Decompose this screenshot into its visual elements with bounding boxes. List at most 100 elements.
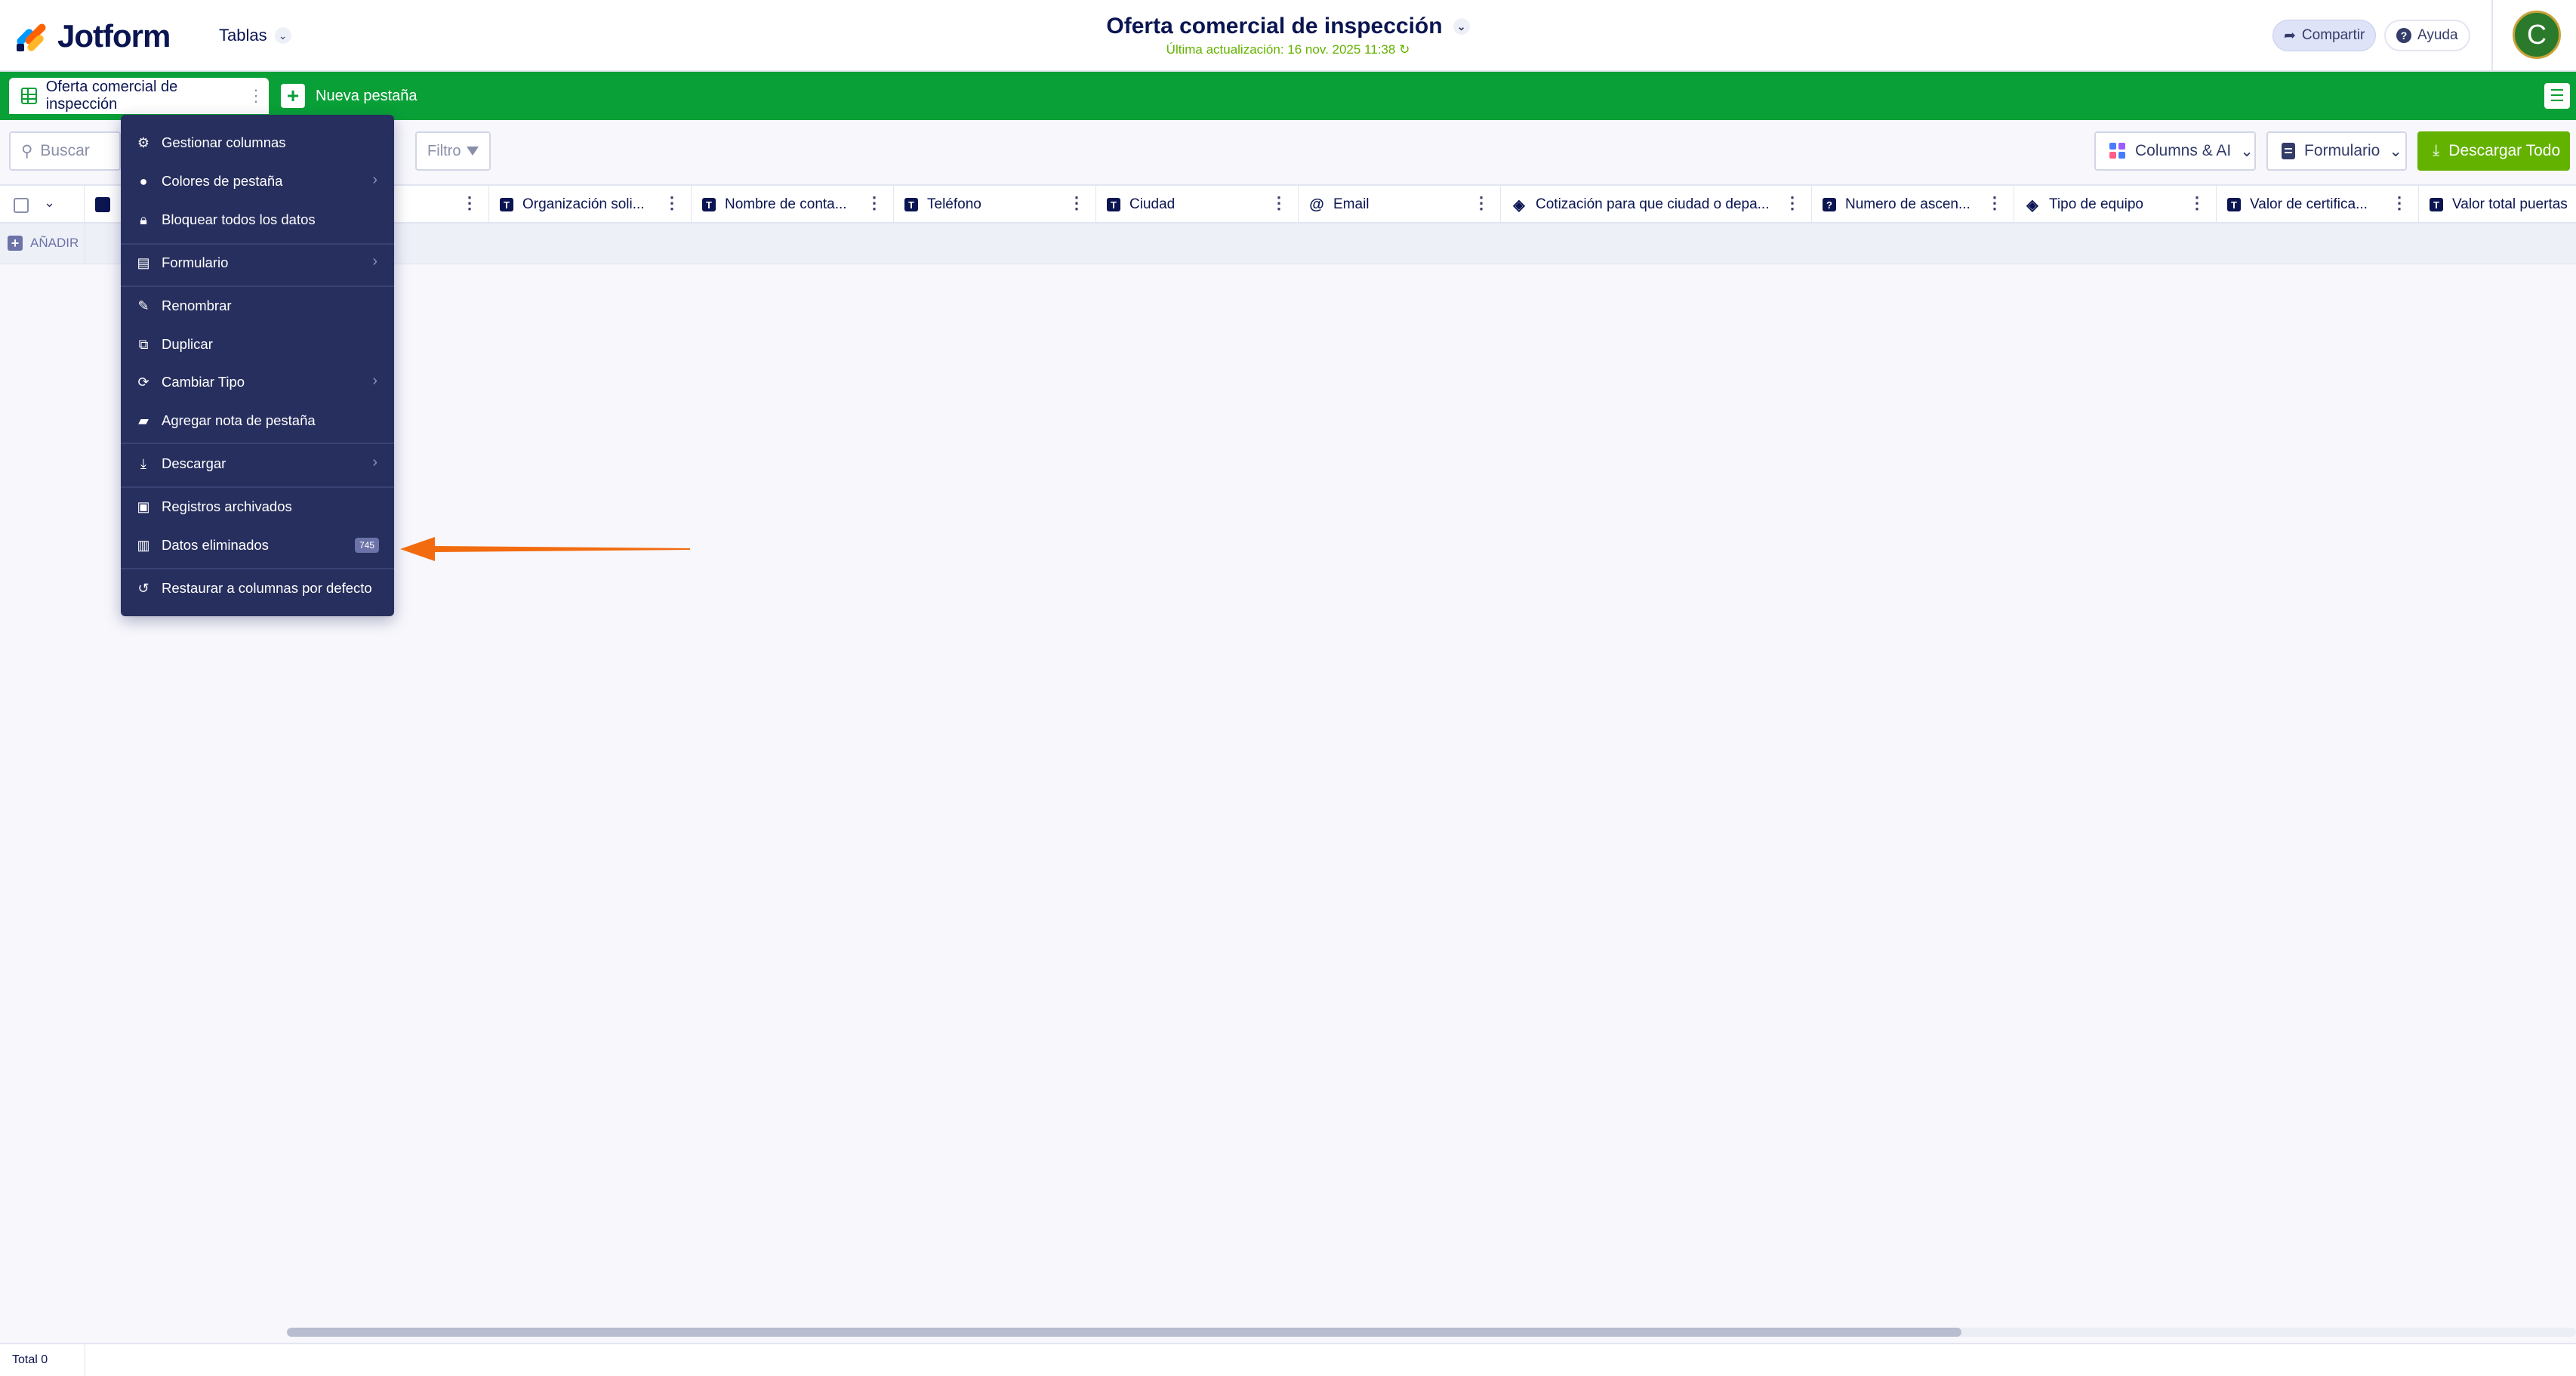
menu-separator [121, 486, 394, 488]
chevron-right-icon: › [372, 253, 377, 270]
avatar[interactable]: C [2513, 11, 2561, 59]
document-title-area: Oferta comercial de inspección ⌄ Última … [0, 14, 2576, 57]
column-header-tipo-equipo[interactable]: ◈ Tipo de equipo ⋮ [2014, 186, 2217, 224]
download-icon: ⤓ [2433, 142, 2440, 159]
jotform-logo[interactable]: Jotform [15, 18, 171, 54]
form-dropdown-button[interactable]: Formulario ⌄ [2266, 131, 2407, 171]
title-dropdown[interactable]: Oferta comercial de inspección ⌄ [1106, 14, 1470, 39]
tag-icon: ◈ [1511, 197, 1527, 214]
at-sign-icon: @ [1309, 196, 1324, 213]
search-icon: ⚲ [21, 142, 33, 160]
select-all-column: ⌄ [0, 186, 85, 224]
horizontal-scrollbar[interactable] [287, 1328, 1961, 1337]
chevron-down-icon[interactable]: ⌄ [44, 195, 55, 211]
plus-icon: + [8, 236, 23, 251]
column-header-email[interactable]: @ Email ⋮ [1299, 186, 1501, 224]
jotform-logo-icon [15, 20, 48, 53]
menu-item-registros-archivados[interactable]: ▣ Registros archivados [121, 490, 394, 523]
column-options-icon[interactable]: ⋮ [1784, 195, 1801, 211]
logo-text: Jotform [57, 18, 171, 54]
top-header: Jotform Tablas ⌄ Oferta comercial de ins… [0, 0, 2576, 72]
chevron-right-icon: › [372, 372, 377, 389]
droplet-icon: ● [139, 173, 148, 189]
text-type-icon: T [2227, 198, 2241, 211]
tablas-dropdown[interactable]: Tablas ⌄ [219, 26, 291, 45]
question-type-icon: ? [1823, 198, 1836, 211]
last-update-text: Última actualización: 16 nov. 2025 11:38… [1166, 42, 1410, 57]
column-header-hidden[interactable]: ⋮ [394, 186, 489, 224]
menu-item-formulario[interactable]: ▤ Formulario › [121, 246, 394, 279]
download-all-button[interactable]: ⤓ Descargar Todo [2417, 131, 2570, 171]
column-options-icon[interactable]: ⋮ [866, 195, 883, 211]
chevron-down-icon: ⌄ [2389, 142, 2402, 160]
menu-item-duplicar[interactable]: ⧉ Duplicar [121, 328, 394, 361]
column-header-valor-puertas[interactable]: T Valor total puertas [2419, 186, 2576, 224]
text-type-icon: T [904, 198, 918, 211]
chevron-down-icon: ⌄ [1453, 18, 1470, 35]
lock-icon: 🔒︎ [140, 211, 147, 227]
deleted-count-badge: 745 [354, 538, 379, 553]
column-header-numero[interactable]: ? Numero de ascen... ⋮ [1812, 186, 2014, 224]
column-options-icon[interactable]: ⋮ [461, 195, 478, 211]
text-type-icon: T [702, 198, 716, 211]
column-header-valor-certificacion[interactable]: T Valor de certifica... ⋮ [2217, 186, 2419, 224]
column-header-telefono[interactable]: T Teléfono ⋮ [894, 186, 1096, 224]
menu-item-colores-pestana[interactable]: ● Colores de pestaña › [121, 165, 394, 198]
archive-icon: ▣ [137, 498, 150, 514]
tab-oferta-comercial[interactable]: Oferta comercial de inspección ⋮ [9, 78, 269, 114]
column-options-icon[interactable]: ⋮ [1986, 195, 2003, 211]
add-row-button[interactable]: + AÑADIR [8, 236, 79, 251]
filter-button[interactable]: Filtro [415, 131, 491, 171]
restore-icon: ↺ [137, 580, 149, 596]
menu-separator [121, 285, 394, 287]
menu-item-agregar-nota[interactable]: ▰ Agregar nota de pestaña [121, 404, 394, 437]
menu-item-cambiar-tipo[interactable]: ⟳ Cambiar Tipo › [121, 366, 394, 399]
filter-icon [467, 147, 479, 156]
column-options-icon[interactable]: ⋮ [1068, 195, 1085, 211]
tab-options-icon[interactable]: ⋮ [248, 86, 264, 106]
tab-context-menu: ⚙ Gestionar columnas ● Colores de pestañ… [121, 115, 394, 616]
tablas-label: Tablas [219, 26, 267, 45]
columns-ai-icon [2109, 143, 2126, 159]
hamburger-menu-icon[interactable]: ☰ [2544, 83, 2570, 109]
menu-item-bloquear-datos[interactable]: 🔒︎ Bloquear todos los datos [121, 203, 394, 236]
footer-bar: Total 0 [0, 1343, 2576, 1376]
page-title: Oferta comercial de inspección [1106, 14, 1443, 39]
column-options-icon[interactable]: ⋮ [1271, 195, 1287, 211]
select-all-checkbox[interactable] [14, 198, 29, 213]
menu-item-restaurar-columnas[interactable]: ↺ Restaurar a columnas por defecto [121, 572, 394, 605]
column-header-nombre[interactable]: T Nombre de conta... ⋮ [692, 186, 894, 224]
column-header-cotizacion[interactable]: ◈ Cotización para que ciudad o depa... ⋮ [1501, 186, 1812, 224]
form-icon [2282, 143, 2295, 159]
download-icon: ⤓ [140, 455, 146, 471]
new-tab-button[interactable]: + Nueva pestaña [281, 82, 418, 110]
refresh-icon: ⟳ [137, 374, 149, 390]
chevron-right-icon: › [372, 171, 377, 188]
menu-item-descargar[interactable]: ⤓ Descargar › [121, 447, 394, 480]
menu-item-gestionar-columnas[interactable]: ⚙ Gestionar columnas [121, 126, 394, 159]
column-options-icon[interactable]: ⋮ [2391, 195, 2408, 211]
column-header-organizacion[interactable]: T Organización soli... ⋮ [489, 186, 692, 224]
column-options-icon[interactable]: ⋮ [1473, 195, 1490, 211]
rename-icon: ✎ [137, 298, 149, 313]
tab-bar: Oferta comercial de inspección ⋮ + Nueva… [0, 72, 2576, 120]
annotation-arrow-icon [400, 537, 690, 561]
refresh-icon: ↻ [1399, 42, 1410, 57]
column-options-icon[interactable]: ⋮ [664, 195, 680, 211]
column-header-ciudad[interactable]: T Ciudad ⋮ [1096, 186, 1299, 224]
duplicate-icon: ⧉ [138, 336, 149, 352]
header-divider [2491, 0, 2493, 72]
chevron-down-icon: ⌄ [2240, 142, 2254, 160]
columns-ai-button[interactable]: Columns & AI ⌄ [2094, 131, 2256, 171]
text-type-icon: T [2430, 198, 2443, 211]
form-icon: ▤ [137, 255, 150, 270]
menu-item-renombrar[interactable]: ✎ Renombrar [121, 289, 394, 322]
share-button[interactable]: ➦ Compartir [2272, 20, 2377, 51]
chevron-right-icon: › [372, 454, 377, 470]
help-button[interactable]: ? Ayuda [2384, 20, 2470, 51]
column-options-icon[interactable]: ⋮ [2189, 195, 2205, 211]
menu-separator [121, 568, 394, 569]
gear-icon: ⚙ [137, 134, 150, 150]
search-input[interactable]: ⚲ Buscar [9, 131, 121, 171]
menu-item-datos-eliminados[interactable]: ▥ Datos eliminados 745 [121, 529, 394, 562]
